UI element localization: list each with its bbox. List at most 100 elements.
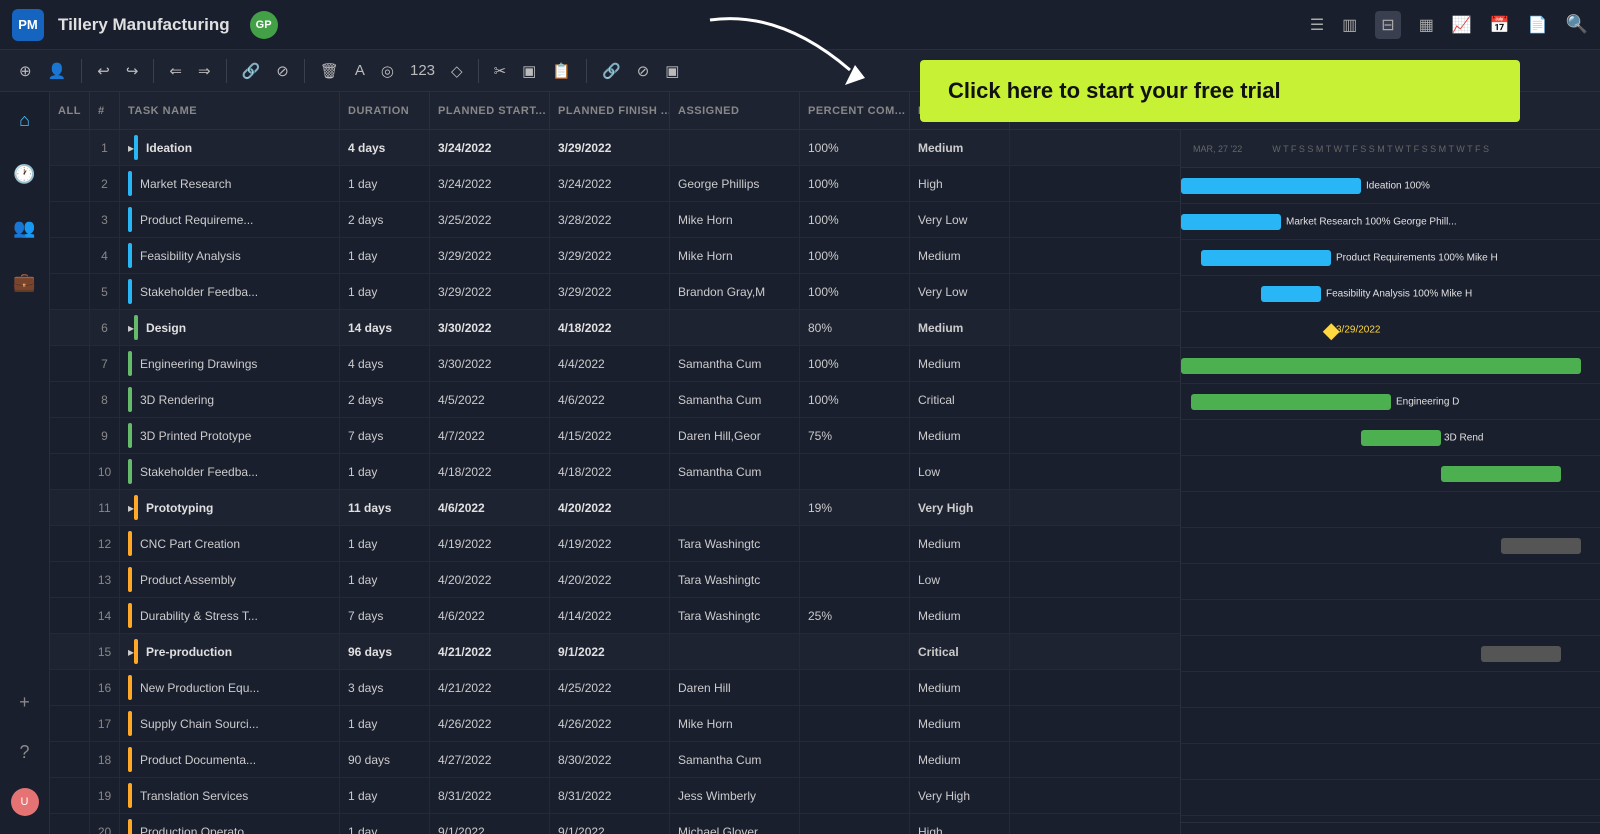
grid-icon[interactable]: ▣ bbox=[660, 59, 684, 83]
table-row[interactable]: 10 Stakeholder Feedba... 1 day 4/18/2022… bbox=[50, 454, 1180, 490]
chart-icon[interactable]: 📈 bbox=[1452, 15, 1472, 35]
avatar-group: GP bbox=[250, 11, 278, 39]
gantt-bar[interactable] bbox=[1191, 394, 1391, 410]
paste-icon[interactable]: 📋 bbox=[547, 59, 576, 83]
row-checkbox-cell[interactable] bbox=[50, 238, 90, 273]
outdent-icon[interactable]: ⇐ bbox=[164, 59, 187, 83]
table-row[interactable]: 17 Supply Chain Sourci... 1 day 4/26/202… bbox=[50, 706, 1180, 742]
table-row[interactable]: 11 ▸ Prototyping 11 days 4/6/2022 4/20/2… bbox=[50, 490, 1180, 526]
sidebar-briefcase-icon[interactable]: 💼 bbox=[7, 264, 43, 300]
bottom-scrollbar[interactable] bbox=[1181, 822, 1600, 834]
table-row[interactable]: 20 Production Operato... 1 day 9/1/2022 … bbox=[50, 814, 1180, 834]
calendar-icon[interactable]: 📅 bbox=[1490, 15, 1510, 35]
gantt-bar[interactable] bbox=[1361, 430, 1441, 446]
app-logo[interactable]: PM bbox=[12, 9, 44, 41]
table-row[interactable]: 6 ▸ Design 14 days 3/30/2022 4/18/2022 8… bbox=[50, 310, 1180, 346]
row-priority: Medium bbox=[910, 706, 1010, 741]
sidebar-clock-icon[interactable]: 🕐 bbox=[7, 156, 43, 192]
sidebar-help-icon[interactable]: ? bbox=[7, 734, 43, 770]
row-checkbox-cell[interactable] bbox=[50, 562, 90, 597]
table-row[interactable]: 13 Product Assembly 1 day 4/20/2022 4/20… bbox=[50, 562, 1180, 598]
table-row[interactable]: 14 Durability & Stress T... 7 days 4/6/2… bbox=[50, 598, 1180, 634]
gantt-bar[interactable] bbox=[1181, 358, 1581, 374]
table-row[interactable]: 15 ▸ Pre-production 96 days 4/21/2022 9/… bbox=[50, 634, 1180, 670]
table-row[interactable]: 5 Stakeholder Feedba... 1 day 3/29/2022 … bbox=[50, 274, 1180, 310]
table-row[interactable]: 19 Translation Services 1 day 8/31/2022 … bbox=[50, 778, 1180, 814]
number-icon[interactable]: 123 bbox=[405, 59, 440, 82]
row-pstart: 4/27/2022 bbox=[430, 742, 550, 777]
gantt-bar[interactable] bbox=[1181, 214, 1281, 230]
table-row[interactable]: 1 ▸ Ideation 4 days 3/24/2022 3/29/2022 … bbox=[50, 130, 1180, 166]
gantt-date-label: MAR, 27 '22 bbox=[1193, 144, 1242, 154]
row-checkbox-cell[interactable] bbox=[50, 526, 90, 561]
text-icon[interactable]: A bbox=[350, 59, 370, 82]
add-icon[interactable]: ⊕ bbox=[14, 59, 37, 83]
row-priority: Low bbox=[910, 454, 1010, 489]
table-row[interactable]: 2 Market Research 1 day 3/24/2022 3/24/2… bbox=[50, 166, 1180, 202]
row-checkbox-cell[interactable] bbox=[50, 670, 90, 705]
gantt-bar[interactable] bbox=[1261, 286, 1321, 302]
gantt-bar[interactable] bbox=[1181, 178, 1361, 194]
row-checkbox-cell[interactable] bbox=[50, 346, 90, 381]
row-checkbox-cell[interactable] bbox=[50, 706, 90, 741]
diamond-icon[interactable]: ◇ bbox=[446, 59, 468, 83]
table-view-icon[interactable]: ▦ bbox=[1419, 15, 1434, 35]
add-user-icon[interactable]: 👤 bbox=[43, 59, 72, 83]
row-checkbox-cell[interactable] bbox=[50, 310, 90, 345]
sidebar-user-icon[interactable]: U bbox=[7, 784, 43, 820]
indent-icon[interactable]: ⇒ bbox=[193, 59, 216, 83]
row-checkbox-cell[interactable] bbox=[50, 166, 90, 201]
table-row[interactable]: 3 Product Requireme... 2 days 3/25/2022 … bbox=[50, 202, 1180, 238]
row-duration: 7 days bbox=[340, 418, 430, 453]
gantt-view-icon[interactable]: ⊟ bbox=[1375, 11, 1400, 39]
columns-icon[interactable]: ▥ bbox=[1342, 15, 1357, 35]
copy-icon[interactable]: ▣ bbox=[517, 59, 541, 83]
gantt-bar[interactable] bbox=[1441, 466, 1561, 482]
row-checkbox-cell[interactable] bbox=[50, 202, 90, 237]
list-view-icon[interactable]: ☰ bbox=[1310, 15, 1324, 35]
delete-icon[interactable]: 🗑 bbox=[315, 59, 344, 83]
row-checkbox-cell[interactable] bbox=[50, 418, 90, 453]
sidebar-people-icon[interactable]: 👥 bbox=[7, 210, 43, 246]
table-row[interactable]: 12 CNC Part Creation 1 day 4/19/2022 4/1… bbox=[50, 526, 1180, 562]
row-checkbox-cell[interactable] bbox=[50, 130, 90, 165]
row-name: Durability & Stress T... bbox=[120, 598, 340, 633]
link2-icon[interactable]: 🔗 bbox=[597, 59, 626, 83]
row-pfinish: 3/24/2022 bbox=[550, 166, 670, 201]
row-checkbox-cell[interactable] bbox=[50, 490, 90, 525]
fill-icon[interactable]: ◎ bbox=[376, 59, 399, 83]
gantt-bar[interactable] bbox=[1481, 646, 1561, 662]
row-name: Supply Chain Sourci... bbox=[120, 706, 340, 741]
table-row[interactable]: 9 3D Printed Prototype 7 days 4/7/2022 4… bbox=[50, 418, 1180, 454]
row-checkbox-cell[interactable] bbox=[50, 814, 90, 834]
row-checkbox-cell[interactable] bbox=[50, 634, 90, 669]
avatar[interactable]: GP bbox=[250, 11, 278, 39]
table-row[interactable]: 4 Feasibility Analysis 1 day 3/29/2022 3… bbox=[50, 238, 1180, 274]
doc-icon[interactable]: 📄 bbox=[1528, 15, 1548, 35]
row-checkbox-cell[interactable] bbox=[50, 778, 90, 813]
row-checkbox-cell[interactable] bbox=[50, 454, 90, 489]
row-checkbox-cell[interactable] bbox=[50, 382, 90, 417]
table-row[interactable]: 8 3D Rendering 2 days 4/5/2022 4/6/2022 … bbox=[50, 382, 1180, 418]
table-row[interactable]: 18 Product Documenta... 90 days 4/27/202… bbox=[50, 742, 1180, 778]
row-checkbox-cell[interactable] bbox=[50, 274, 90, 309]
sidebar-home-icon[interactable]: ⌂ bbox=[7, 102, 43, 138]
free-trial-banner[interactable]: Click here to start your free trial bbox=[920, 60, 1520, 122]
row-percent: 100% bbox=[800, 346, 910, 381]
table-row[interactable]: 7 Engineering Drawings 4 days 3/30/2022 … bbox=[50, 346, 1180, 382]
search-icon[interactable]: 🔍 bbox=[1566, 14, 1588, 35]
sidebar-plus-icon[interactable]: + bbox=[7, 684, 43, 720]
row-duration: 2 days bbox=[340, 202, 430, 237]
gantt-bar[interactable] bbox=[1501, 538, 1581, 554]
gantt-bar[interactable] bbox=[1201, 250, 1331, 266]
row-checkbox-cell[interactable] bbox=[50, 742, 90, 777]
link-icon[interactable]: 🔗 bbox=[237, 59, 266, 83]
unlink2-icon[interactable]: ⊘ bbox=[632, 59, 655, 83]
table-row[interactable]: 16 New Production Equ... 3 days 4/21/202… bbox=[50, 670, 1180, 706]
row-checkbox-cell[interactable] bbox=[50, 598, 90, 633]
col-all-header[interactable]: ALL bbox=[50, 92, 90, 129]
unlink-icon[interactable]: ⊘ bbox=[271, 59, 294, 83]
undo-icon[interactable]: ↩ bbox=[92, 59, 115, 83]
redo-icon[interactable]: ↪ bbox=[121, 59, 144, 83]
cut-icon[interactable]: ✂ bbox=[489, 59, 512, 83]
